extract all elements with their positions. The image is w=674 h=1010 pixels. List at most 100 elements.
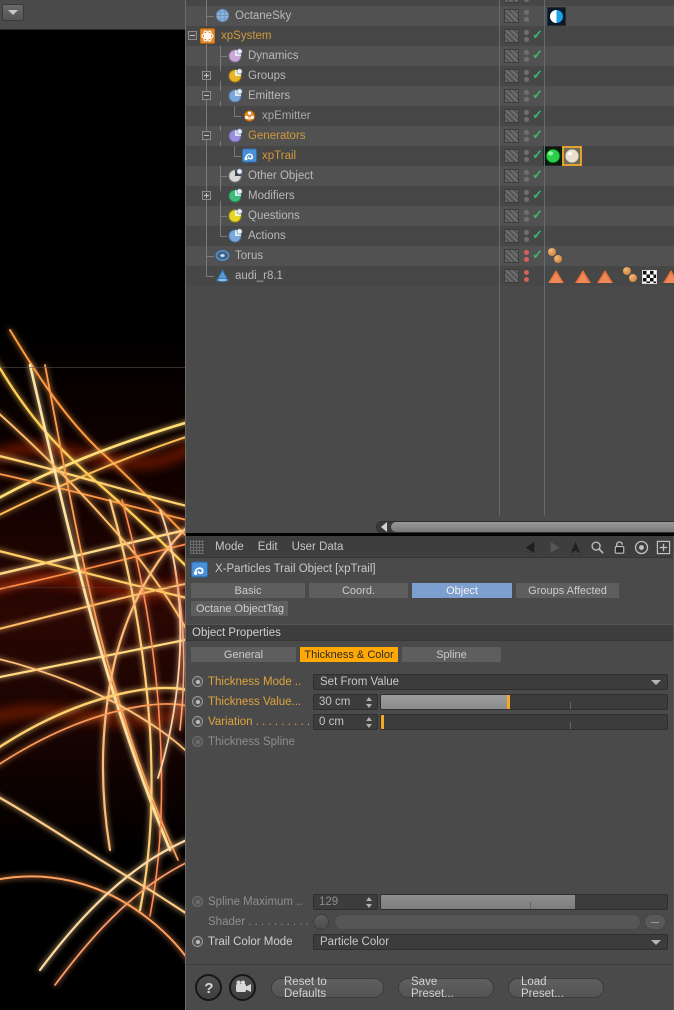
- thickness-mode-toggle[interactable]: [192, 676, 203, 687]
- enable-check-icon[interactable]: ✓: [532, 148, 543, 161]
- scroll-left-arrow[interactable]: [377, 521, 390, 533]
- chevron-down-icon[interactable]: [2, 4, 24, 21]
- table-row[interactable]: Dynamics ✓: [186, 46, 674, 66]
- spline-maximum-stepper[interactable]: [366, 897, 373, 908]
- enable-check-icon[interactable]: ✓: [532, 188, 543, 201]
- table-row[interactable]: xpSystem ✓: [186, 26, 674, 46]
- subtab-thickness-color[interactable]: Thickness & Color: [299, 646, 399, 663]
- table-row[interactable]: xpEmitter ✓: [186, 106, 674, 126]
- keyframe-marker[interactable]: [575, 270, 591, 283]
- variation-label: Variation . . . . . . . . .: [208, 716, 311, 728]
- tab-octane-objecttag[interactable]: Octane ObjectTag: [190, 600, 289, 617]
- object-tree[interactable]: OctaneCamera: [186, 0, 674, 516]
- expander-minus[interactable]: [202, 131, 211, 140]
- thickness-value-toggle[interactable]: [192, 696, 203, 707]
- sky-material-thumbnail[interactable]: [547, 7, 566, 26]
- reset-to-defaults-button[interactable]: Reset to Defaults: [271, 976, 384, 1000]
- green-material-thumbnail[interactable]: [543, 146, 563, 166]
- panel-grip-icon[interactable]: [190, 539, 204, 554]
- shader-link-field[interactable]: [334, 914, 641, 930]
- attribute-tabs[interactable]: Basic Coord. Object Groups Affected: [190, 582, 670, 599]
- enable-check-icon[interactable]: ✓: [532, 128, 543, 141]
- up-arrow-icon[interactable]: [568, 540, 583, 555]
- help-question-icon[interactable]: ?: [195, 974, 222, 1001]
- thickness-mode-value: Set From Value: [320, 676, 400, 688]
- scrollbar-track[interactable]: [390, 522, 674, 532]
- enable-check-icon[interactable]: ✓: [532, 168, 543, 181]
- render-preview[interactable]: [0, 30, 186, 1010]
- white-material-thumbnail[interactable]: [562, 146, 582, 166]
- expander-minus[interactable]: [188, 31, 197, 40]
- attribute-tabs-row2[interactable]: Octane ObjectTag: [190, 600, 670, 617]
- table-row[interactable]: Actions ✓: [186, 226, 674, 246]
- table-row[interactable]: xpTrail ✓: [186, 146, 674, 166]
- variation-slider[interactable]: [380, 714, 668, 730]
- tab-coord[interactable]: Coord.: [308, 582, 409, 599]
- enable-check-icon[interactable]: ✓: [532, 108, 543, 121]
- enable-check-icon[interactable]: ✓: [532, 208, 543, 221]
- object-subtabs[interactable]: General Thickness & Color Spline: [190, 646, 670, 663]
- enable-check-icon[interactable]: ✓: [532, 248, 543, 261]
- table-row[interactable]: Torus ✓: [186, 246, 674, 266]
- enable-check-icon[interactable]: ✓: [532, 68, 543, 81]
- thickness-value-slider[interactable]: [380, 694, 668, 710]
- keyframe-marker[interactable]: [548, 270, 564, 283]
- spline-maximum-toggle[interactable]: [192, 896, 203, 907]
- viewport-toolbar: [0, 0, 186, 30]
- keyframe-marker[interactable]: [554, 255, 562, 263]
- scrollbar-thumb[interactable]: [391, 522, 674, 532]
- enable-check-icon[interactable]: ✓: [532, 88, 543, 101]
- enable-check-icon[interactable]: ✓: [532, 228, 543, 241]
- trail-color-mode-dropdown[interactable]: Particle Color: [313, 934, 668, 950]
- tab-basic[interactable]: Basic: [190, 582, 306, 599]
- menu-edit[interactable]: Edit: [251, 536, 285, 558]
- variation-toggle[interactable]: [192, 716, 203, 727]
- cinema4d-window: OctaneCamera: [0, 0, 674, 1010]
- shader-preview-swatch[interactable]: [313, 914, 329, 930]
- variation-stepper[interactable]: [366, 717, 373, 728]
- tree-item-label: Torus: [235, 250, 264, 262]
- table-row[interactable]: Questions ✓: [186, 206, 674, 226]
- expander-minus[interactable]: [202, 91, 211, 100]
- subtab-general[interactable]: General: [190, 646, 297, 663]
- thickness-mode-dropdown[interactable]: Set From Value: [313, 674, 668, 690]
- keyframe-marker[interactable]: [597, 270, 613, 283]
- menu-user-data[interactable]: User Data: [285, 536, 351, 558]
- table-row[interactable]: Groups ✓: [186, 66, 674, 86]
- plus-icon[interactable]: [656, 540, 671, 555]
- keyframe-marker[interactable]: [663, 270, 674, 283]
- save-preset-button[interactable]: Save Preset...: [398, 976, 494, 1000]
- tab-groups-affected[interactable]: Groups Affected: [515, 582, 620, 599]
- table-row[interactable]: audi_r8.1: [186, 266, 674, 286]
- subtab-spline[interactable]: Spline: [401, 646, 502, 663]
- target-icon[interactable]: [634, 540, 649, 555]
- horizontal-scrollbar[interactable]: [376, 521, 674, 533]
- camera-icon: [216, 0, 231, 3]
- shader-menu-button[interactable]: [644, 914, 666, 930]
- spline-maximum-input[interactable]: 129: [313, 894, 378, 910]
- search-icon[interactable]: [590, 540, 605, 555]
- expander-plus[interactable]: [202, 71, 211, 80]
- table-row[interactable]: Other Objects ✓: [186, 166, 674, 186]
- camera-record-icon[interactable]: [229, 974, 256, 1001]
- table-row[interactable]: Emitters ✓: [186, 86, 674, 106]
- load-preset-button[interactable]: Load Preset...: [508, 976, 604, 1000]
- enable-check-icon[interactable]: ✓: [532, 28, 543, 41]
- tab-object[interactable]: Object: [411, 582, 513, 599]
- expander-plus[interactable]: [202, 191, 211, 200]
- table-row[interactable]: OctaneSky: [186, 6, 674, 26]
- spline-maximum-slider[interactable]: [380, 894, 668, 910]
- trail-color-mode-toggle[interactable]: [192, 936, 203, 947]
- table-row[interactable]: Generators ✓: [186, 126, 674, 146]
- thickness-value-stepper[interactable]: [366, 697, 373, 708]
- back-arrow-icon[interactable]: [524, 540, 539, 555]
- thickness-spline-toggle[interactable]: [192, 736, 203, 747]
- variation-input[interactable]: 0 cm: [313, 714, 378, 730]
- table-row[interactable]: Modifiers ✓: [186, 186, 674, 206]
- menu-mode[interactable]: Mode: [208, 536, 251, 558]
- enable-check-icon[interactable]: ✓: [532, 48, 543, 61]
- keyframe-marker[interactable]: [629, 274, 637, 282]
- thickness-value-input[interactable]: 30 cm: [313, 694, 378, 710]
- lock-icon[interactable]: [612, 540, 627, 555]
- keyframe-selected-marker[interactable]: [642, 270, 657, 284]
